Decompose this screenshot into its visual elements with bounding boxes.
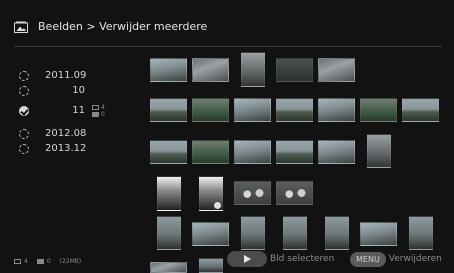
thumbnail[interactable]: [409, 216, 433, 250]
header: Beelden > Verwijder meerdere: [0, 0, 454, 46]
thumbnail[interactable]: [192, 98, 229, 122]
menu-key[interactable]: MENU: [350, 251, 386, 267]
thumbnail[interactable]: [199, 258, 223, 273]
date-item-2011-09[interactable]: 2011.09: [0, 70, 145, 84]
thumbnail[interactable]: [360, 98, 397, 122]
thumbnail[interactable]: [276, 58, 313, 82]
photo-total: 4: [24, 257, 28, 265]
radio-unchecked-icon[interactable]: [19, 144, 29, 154]
thumbnail[interactable]: [192, 222, 229, 246]
date-label: 2011.09: [45, 70, 87, 81]
radio-checked-icon[interactable]: [19, 106, 29, 116]
thumbnail[interactable]: [234, 140, 271, 164]
select-image-button[interactable]: Bld selecteren: [227, 250, 334, 268]
video-icon: [36, 258, 44, 264]
radio-unchecked-icon[interactable]: [19, 71, 29, 81]
delete-label: Verwijderen: [388, 254, 442, 264]
thumbnail[interactable]: [318, 140, 355, 164]
thumbnail[interactable]: [318, 98, 355, 122]
date-label: 11: [72, 105, 85, 116]
video-total: 0: [46, 257, 51, 265]
video-icon: [92, 112, 99, 117]
date-label: 2013.12: [45, 143, 87, 154]
thumbnail[interactable]: [241, 52, 265, 87]
thumbnail[interactable]: [325, 216, 349, 250]
video-count: 0: [101, 111, 105, 118]
thumbnail[interactable]: [276, 98, 313, 122]
image-folder-icon: [14, 21, 28, 33]
select-label: Bld selecteren: [270, 254, 335, 264]
radio-unchecked-icon[interactable]: [19, 129, 29, 139]
thumbnail-selected[interactable]: [199, 176, 223, 211]
thumbnail[interactable]: [150, 98, 187, 122]
thumbnail[interactable]: [276, 181, 313, 205]
date-item-2013-12[interactable]: 2013.12: [0, 143, 145, 157]
thumbnail[interactable]: [234, 181, 271, 205]
size-total: (22MB): [59, 257, 82, 265]
thumbnail[interactable]: [241, 216, 265, 250]
photo-count: 4: [101, 104, 105, 111]
delete-multiple-screen: Beelden > Verwijder meerdere 2011.09 10 …: [0, 0, 454, 273]
thumbnail[interactable]: [367, 134, 391, 168]
date-label: 10: [72, 85, 85, 96]
delete-button[interactable]: MENU Verwijderen: [350, 250, 442, 268]
check-icon: [214, 202, 221, 209]
date-item-10[interactable]: 10: [0, 85, 145, 99]
thumbnail[interactable]: [150, 140, 187, 164]
play-button[interactable]: [227, 251, 267, 267]
date-item-11[interactable]: 11 4 0: [0, 104, 145, 119]
thumbnail[interactable]: [192, 58, 229, 82]
thumbnail[interactable]: [157, 176, 181, 211]
page-title: Beelden > Verwijder meerdere: [38, 20, 208, 33]
thumbnail[interactable]: [318, 58, 355, 82]
thumbnail[interactable]: [283, 216, 307, 250]
date-label: 2012.08: [45, 128, 87, 139]
thumbnail[interactable]: [360, 222, 397, 246]
thumbnail[interactable]: [402, 98, 439, 122]
thumbnail[interactable]: [276, 140, 313, 164]
play-icon: [244, 255, 251, 263]
thumbnail[interactable]: [234, 98, 271, 122]
selection-summary: 4 0 (22MB): [14, 256, 81, 266]
radio-unchecked-icon[interactable]: [19, 86, 29, 96]
thumbnail[interactable]: [150, 262, 187, 273]
photo-icon: [92, 105, 99, 110]
date-item-2012-08[interactable]: 2012.08: [0, 128, 145, 142]
thumbnail[interactable]: [192, 140, 229, 164]
photo-icon: [14, 258, 21, 264]
thumbnail[interactable]: [150, 58, 187, 82]
header-divider: [14, 46, 442, 47]
date-counts: 4 0: [92, 104, 105, 118]
thumbnail[interactable]: [157, 216, 181, 250]
